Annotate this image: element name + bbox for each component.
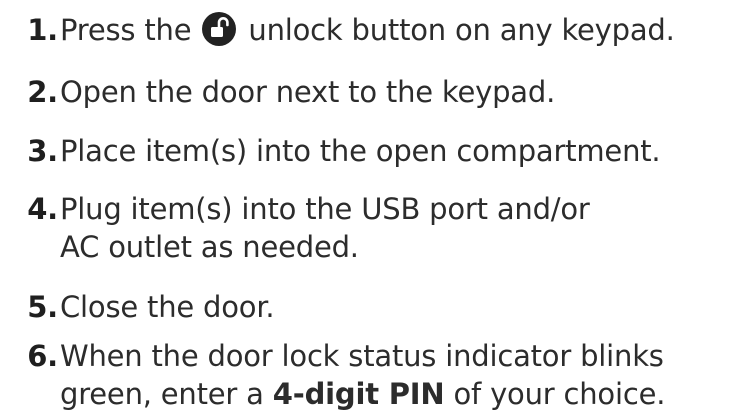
step-text: When the door lock status indicator blin…	[60, 339, 666, 411]
instructions-list: 1. Press the unlock button on any keypad…	[0, 0, 750, 411]
step-number: 1.	[27, 13, 58, 47]
step-text: Place item(s) into the open compartment.	[60, 134, 661, 168]
step-text: Open the door next to the keypad.	[60, 75, 556, 109]
step-number: 2.	[27, 75, 58, 109]
unlock-icon	[202, 12, 237, 46]
step-number: 5.	[27, 290, 58, 324]
step-number: 3.	[27, 134, 58, 168]
step-text: Plug item(s) into the USB port and/or AC…	[60, 192, 590, 264]
step-number: 4.	[27, 192, 58, 226]
step-number: 6.	[27, 339, 58, 373]
step-text: Close the door.	[60, 290, 275, 324]
pin-emphasis: 4-digit PIN	[272, 377, 445, 411]
step-text: Press the unlock button on any keypad.	[60, 12, 675, 47]
